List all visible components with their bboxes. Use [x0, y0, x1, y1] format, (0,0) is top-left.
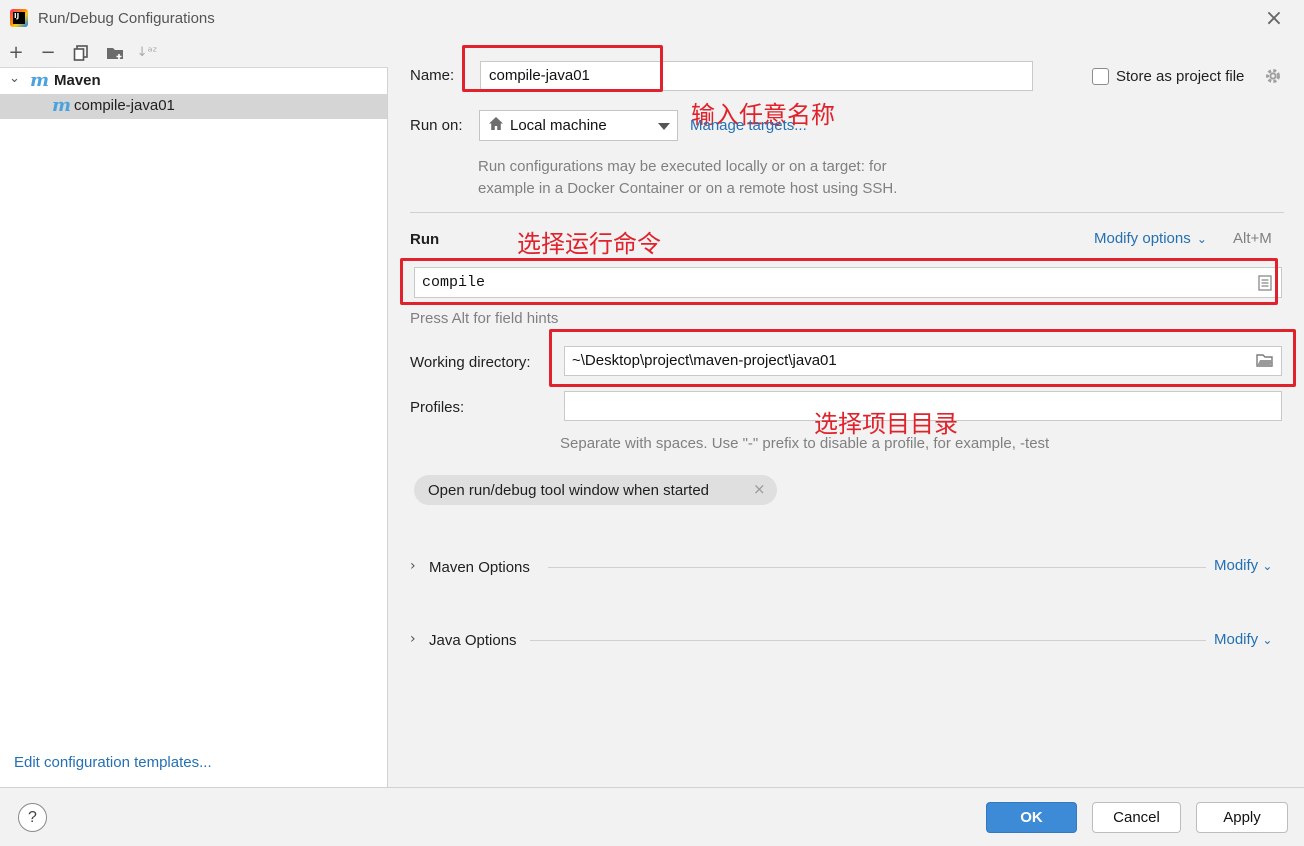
open-tool-window-chip[interactable]: Open run/debug tool window when started … [414, 475, 777, 505]
chevron-down-icon: ⌄ [1262, 633, 1273, 647]
chevron-right-icon[interactable]: › [410, 558, 416, 574]
maven-icon: m [52, 95, 72, 116]
field-hint: Press Alt for field hints [410, 310, 559, 327]
copy-icon[interactable] [70, 42, 92, 64]
run-section-title: Run [410, 231, 440, 248]
sort-icon[interactable]: ↓ᵃᶻ [136, 42, 158, 64]
window-title: Run/Debug Configurations [38, 10, 215, 27]
run-on-value: Local machine [510, 117, 607, 134]
remove-icon[interactable]: − [37, 42, 59, 64]
cancel-button[interactable]: Cancel [1092, 802, 1181, 833]
home-icon [488, 116, 504, 135]
config-tree-panel [0, 38, 388, 787]
add-icon[interactable]: + [5, 42, 27, 64]
run-on-dropdown[interactable]: Local machine [479, 110, 678, 141]
apply-button[interactable]: Apply [1196, 802, 1288, 833]
tree-item-label: compile-java01 [74, 97, 175, 114]
maven-icon: m [30, 70, 50, 91]
chevron-down-icon[interactable]: ⌄ [9, 71, 20, 86]
modify-label: Modify [1214, 557, 1259, 574]
chip-label: Open run/debug tool window when started [428, 482, 710, 499]
gear-icon[interactable] [1264, 67, 1282, 89]
store-as-project-file-checkbox[interactable] [1092, 68, 1109, 85]
annotation-box-workdir [549, 329, 1296, 387]
annotation-box-name [462, 45, 663, 92]
annotation-dir-note: 选择项目目录 [814, 410, 958, 438]
run-on-label: Run on: [410, 117, 463, 134]
tree-item-compile-java01[interactable]: m compile-java01 [0, 94, 387, 119]
tree-group-maven[interactable]: ⌄ m Maven [0, 69, 388, 93]
chevron-down-icon: ⌄ [1262, 559, 1273, 573]
profiles-hint: Separate with spaces. Use "-" prefix to … [560, 435, 1050, 452]
ok-button[interactable]: OK [986, 802, 1077, 833]
modify-options-shortcut: Alt+M [1233, 230, 1272, 247]
java-options-divider [530, 640, 1206, 641]
run-on-hint-line2: example in a Docker Container or on a re… [478, 180, 898, 197]
modify-label: Modify [1214, 631, 1259, 648]
edit-templates-link[interactable]: Edit configuration templates... [14, 754, 212, 771]
modify-options-label: Modify options [1094, 230, 1191, 247]
working-directory-label: Working directory: [410, 354, 531, 371]
manage-targets-link[interactable]: Manage targets... [690, 117, 807, 134]
store-as-project-file-label: Store as project file [1116, 68, 1245, 85]
java-options-title[interactable]: Java Options [429, 632, 517, 649]
close-icon[interactable]: × [1262, 7, 1286, 31]
run-on-hint: Run configurations may be executed local… [478, 156, 897, 200]
profiles-label: Profiles: [410, 399, 465, 416]
new-folder-icon[interactable] [104, 42, 126, 64]
run-on-hint-line1: Run configurations may be executed local… [478, 158, 887, 175]
maven-options-title[interactable]: Maven Options [429, 559, 530, 576]
annotation-run-note: 选择运行命令 [517, 230, 661, 258]
help-button[interactable]: ? [18, 803, 47, 832]
dropdown-arrow-icon [658, 123, 670, 130]
chevron-down-icon: ⌄ [1196, 232, 1207, 246]
chevron-right-icon[interactable]: › [410, 631, 416, 647]
tree-group-label: Maven [54, 72, 101, 89]
maven-options-modify-button[interactable]: Modify ⌄ [1214, 557, 1272, 574]
close-icon[interactable]: × [753, 480, 766, 498]
section-divider [410, 212, 1284, 213]
annotation-box-command [400, 258, 1278, 305]
java-options-modify-button[interactable]: Modify ⌄ [1214, 631, 1272, 648]
maven-options-divider [548, 567, 1206, 568]
intellij-app-icon: IJ [10, 9, 28, 27]
modify-options-button[interactable]: Modify options ⌄ [1094, 230, 1207, 247]
name-label: Name: [410, 67, 455, 84]
